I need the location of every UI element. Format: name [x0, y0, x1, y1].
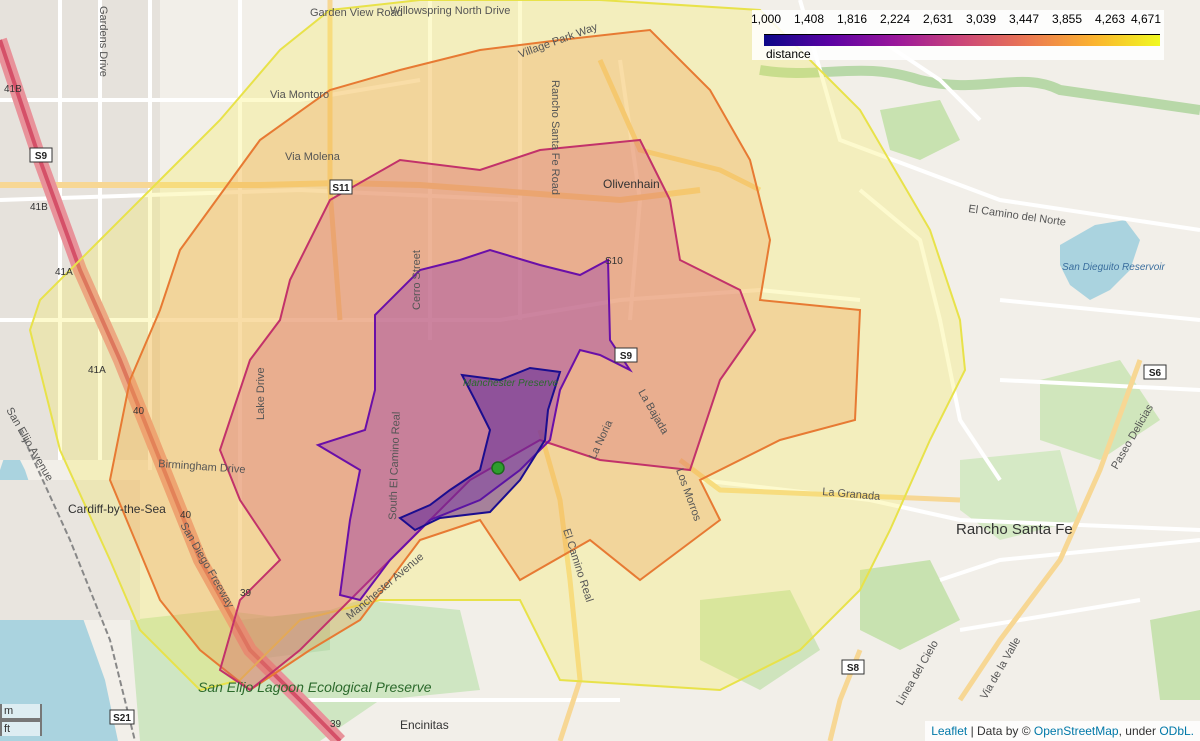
- exit-label: 41A: [55, 267, 73, 278]
- legend-tick: 3,855: [1051, 12, 1083, 26]
- exit-label: 41B: [4, 84, 22, 95]
- road-label: Lake Drive: [255, 367, 267, 420]
- road-label: Gardens Drive: [97, 6, 109, 77]
- shield-s6: S6: [1143, 364, 1167, 380]
- legend-tick: 1,816: [836, 12, 868, 26]
- attribution-text: | Data by ©: [970, 724, 1031, 738]
- shield-label: S9: [35, 151, 48, 162]
- exit-label: 39: [240, 588, 252, 599]
- road-label: Via Montoro: [270, 89, 329, 101]
- legend-tick: 4,671: [1130, 12, 1162, 26]
- scale-control: m ft: [0, 704, 42, 736]
- exit-label: 41B: [30, 202, 48, 213]
- exit-label: S10: [605, 256, 623, 267]
- road-label: Rancho Santa Fe Road: [549, 80, 561, 195]
- exit-label: 40: [133, 406, 145, 417]
- shield-s9: S9: [614, 347, 638, 363]
- exit-label: 39: [330, 719, 342, 730]
- shield-label: S11: [332, 183, 350, 194]
- place-label: Encinitas: [400, 718, 449, 732]
- exit-label: 41A: [88, 365, 106, 376]
- shield-s11: S11: [329, 179, 353, 195]
- shield-s8: S8: [841, 659, 865, 675]
- shield-s21: S21: [109, 709, 135, 725]
- attribution-under: , under: [1118, 724, 1156, 738]
- place-label: San Dieguito Reservoir: [1062, 262, 1165, 273]
- shield-label: S6: [1149, 368, 1162, 379]
- road-label: Via Molena: [285, 151, 341, 163]
- legend-tick: 4,263: [1094, 12, 1126, 26]
- place-label: Manchester Preserve: [463, 378, 558, 389]
- legend-tick: 2,631: [922, 12, 954, 26]
- road-label: Garden View Road: [310, 7, 403, 19]
- legend-caption: distance: [766, 47, 811, 61]
- shield-label: S9: [620, 351, 633, 362]
- origin-marker[interactable]: [491, 461, 505, 475]
- odbl-link[interactable]: ODbL.: [1159, 724, 1194, 738]
- shield-label: S8: [847, 663, 860, 674]
- road-label: Willowspring North Drive: [390, 5, 510, 17]
- place-label: San Elijo Lagoon Ecological Preserve: [198, 679, 432, 695]
- legend-ticks: 1,000 1,408 1,816 2,224 2,631 3,039 3,44…: [750, 12, 1164, 26]
- road-label: Cerro Street: [411, 250, 423, 310]
- legend-color-bar: [764, 34, 1160, 46]
- map-canvas[interactable]: S9 S11 S9 S6 S8 S21 41B 41B 41A 41A 40 3…: [0, 0, 1200, 741]
- legend-tick: 3,039: [965, 12, 997, 26]
- attribution: Leaflet | Data by © OpenStreetMap, under…: [925, 721, 1200, 741]
- osm-link[interactable]: OpenStreetMap: [1034, 724, 1119, 738]
- leaflet-link[interactable]: Leaflet: [931, 724, 967, 738]
- place-label: Olivenhain: [603, 177, 660, 191]
- shield-s9: S9: [29, 147, 53, 163]
- scale-metric: m: [0, 704, 42, 720]
- legend-tick: 3,447: [1008, 12, 1040, 26]
- distance-legend: 1,000 1,408 1,816 2,224 2,631 3,039 3,44…: [750, 10, 1164, 61]
- exit-label: 40: [180, 510, 192, 521]
- legend-tick: 2,224: [879, 12, 911, 26]
- scale-imperial: ft: [0, 720, 42, 736]
- place-label: Cardiff-by-the-Sea: [68, 502, 166, 516]
- legend-tick: 1,408: [793, 12, 825, 26]
- legend-tick: 1,000: [750, 12, 782, 26]
- shield-label: S21: [113, 713, 131, 724]
- place-label: Rancho Santa Fe: [956, 521, 1073, 538]
